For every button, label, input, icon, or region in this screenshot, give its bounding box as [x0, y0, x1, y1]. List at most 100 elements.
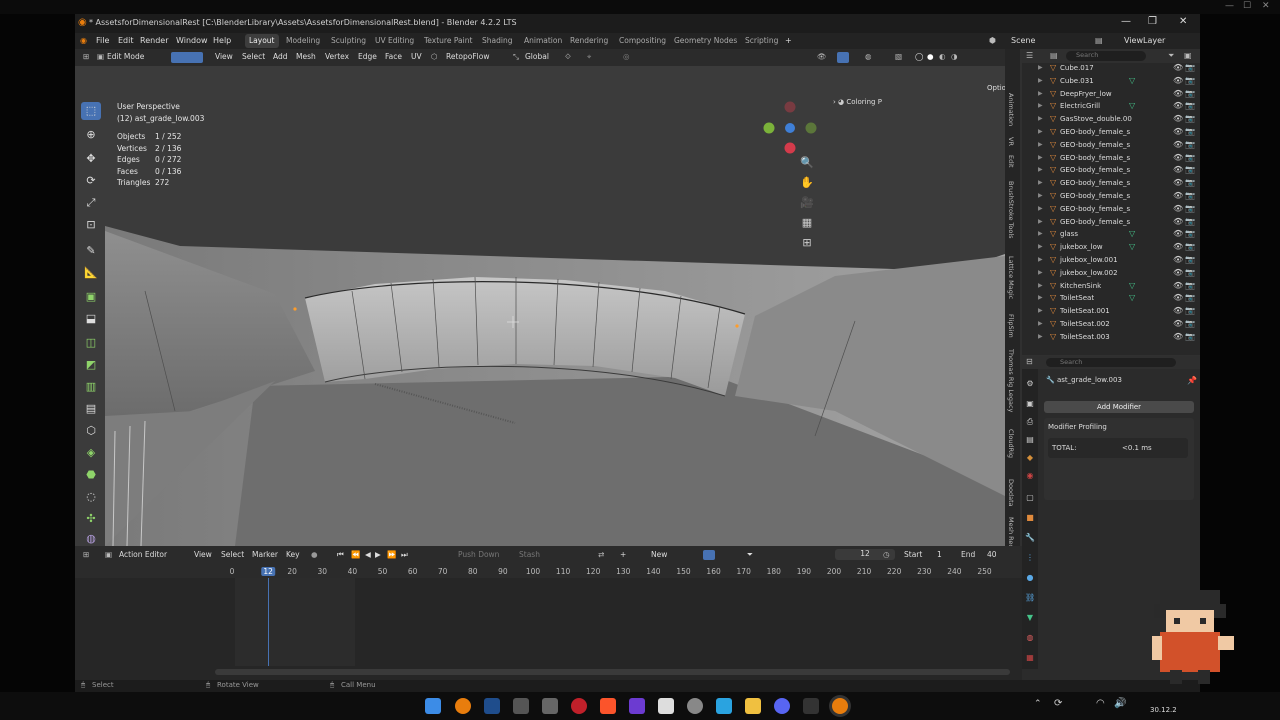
outliner-search-input[interactable]: Search [1066, 51, 1146, 61]
mode-selector[interactable]: Edit Mode [107, 52, 144, 61]
sidebar-tab-edit[interactable]: Edit [1007, 155, 1015, 168]
pan-hand-icon[interactable]: ✋ [797, 176, 817, 192]
editor-mode-selector[interactable]: Action Editor [119, 550, 167, 559]
3d-viewport[interactable]: ⬚ ⊕ ✥ ⟳ ⤢ ⊡ ✎ 📐 ▣ ⬓ ◫ ◩ ▥ ▤ ⬡ ◈ ⬣ ◌ ✣ ◍ [75, 66, 1005, 546]
eye-visibility-icon[interactable]: 👁 [1173, 204, 1183, 213]
tool-tab-icon[interactable]: ⚙ [1025, 379, 1035, 389]
push-down-button[interactable]: Push Down [458, 550, 499, 559]
outliner-item[interactable]: ▶ ▽ ElectricGrill ▽ 👁 📷 [1022, 101, 1200, 114]
tray-chevron-icon[interactable]: ⌃ [1034, 699, 1042, 709]
notes-taskbar-icon[interactable] [716, 698, 732, 714]
eye-visibility-icon[interactable]: 👁 [1173, 127, 1183, 136]
expand-arrow-icon[interactable]: ▶ [1038, 179, 1043, 186]
eye-visibility-icon[interactable]: 👁 [1173, 229, 1183, 238]
inset-tool[interactable]: ◫ [81, 334, 101, 352]
render-camera-icon[interactable]: 📷 [1185, 63, 1195, 72]
render-camera-icon[interactable]: 📷 [1185, 255, 1195, 264]
eye-visibility-icon[interactable]: 👁 [1173, 63, 1183, 72]
tab-scripting[interactable]: Scripting [741, 34, 782, 48]
render-camera-icon[interactable]: 📷 [1185, 178, 1195, 187]
menu-mesh[interactable]: Mesh [296, 52, 316, 61]
data-tab-icon[interactable]: ▼ [1025, 613, 1035, 623]
play-reverse-icon[interactable]: ◀ [365, 550, 371, 559]
outliner-item[interactable]: ▶ ▽ KitchenSink ▽ 👁 📷 [1022, 281, 1200, 294]
action-browse-icon[interactable]: ⇄ [598, 550, 604, 559]
menu-view[interactable]: View [215, 52, 233, 61]
prev-keyframe-icon[interactable]: ⏪ [351, 550, 360, 559]
play-icon[interactable]: ▶ [375, 550, 381, 559]
collection-tab-icon[interactable]: ▢ [1025, 493, 1035, 503]
eye-visibility-icon[interactable]: 👁 [1173, 332, 1183, 341]
expand-arrow-icon[interactable]: ▶ [1038, 333, 1043, 340]
expand-arrow-icon[interactable]: ▶ [1038, 256, 1043, 263]
tab-compositing[interactable]: Compositing [615, 34, 670, 48]
zoom-icon[interactable]: 🔍 [797, 156, 817, 172]
eye-visibility-icon[interactable]: 👁 [1173, 255, 1183, 264]
expand-arrow-icon[interactable]: ▶ [1038, 294, 1043, 301]
visibility-icon[interactable]: 👁 [817, 52, 827, 61]
panel-title[interactable]: Modifier Profiling [1048, 423, 1107, 431]
menu-vertex[interactable]: Vertex [325, 52, 349, 61]
render-camera-icon[interactable]: 📷 [1185, 268, 1195, 277]
shading-solid-icon[interactable]: ● [927, 52, 934, 61]
outliner-editor-icon[interactable]: ☰ [1026, 51, 1033, 60]
app-taskbar-icon-3[interactable] [513, 698, 529, 714]
outliner-item[interactable]: ▶ ▽ ToiletSeat.001 👁 📷 [1022, 306, 1200, 319]
blender-taskbar-icon[interactable] [455, 698, 471, 714]
shading-wireframe-icon[interactable]: ◯ [915, 52, 923, 61]
render-camera-icon[interactable]: 📷 [1185, 153, 1195, 162]
render-camera-icon[interactable]: 📷 [1185, 114, 1195, 123]
annotate-tool[interactable]: ✎ [81, 242, 101, 260]
maximize-icon[interactable]: ❐ [1148, 16, 1157, 27]
record-icon[interactable]: ● [311, 550, 318, 559]
start-frame-field[interactable]: 1 [937, 550, 942, 559]
menu-render[interactable]: Render [140, 36, 168, 45]
properties-search-input[interactable]: Search [1046, 358, 1176, 367]
xray-icon[interactable]: ▧ [895, 52, 902, 61]
render-camera-icon[interactable]: 📷 [1185, 319, 1195, 328]
playhead-line[interactable] [268, 578, 269, 666]
gizmo-toggle-button[interactable] [837, 52, 849, 63]
sidebar-tab-flipsim[interactable]: FlipSim [1007, 314, 1015, 338]
tray-app-icon[interactable]: ⟳ [1054, 698, 1062, 709]
eye-visibility-icon[interactable]: 👁 [1173, 293, 1183, 302]
tab-shading[interactable]: Shading [478, 34, 516, 48]
timeline-scrollbar[interactable] [215, 669, 1010, 675]
sidebar-tab-thomas-rig[interactable]: Thomas Rig Legacy [1007, 349, 1015, 412]
world-tab-icon[interactable]: ◉ [1025, 471, 1035, 481]
output-tab-icon[interactable]: ⎙ [1025, 417, 1035, 427]
loop-cut-tool[interactable]: ▥ [81, 378, 101, 396]
render-camera-icon[interactable]: 📷 [1185, 191, 1195, 200]
menu-edit[interactable]: Edit [118, 36, 134, 45]
outliner-item[interactable]: ▶ ▽ DeepFryer_low 👁 📷 [1022, 89, 1200, 102]
only-selected-toggle[interactable] [703, 550, 715, 560]
eye-visibility-icon[interactable]: 👁 [1173, 114, 1183, 123]
spin-tool[interactable]: ◈ [81, 444, 101, 462]
expand-arrow-icon[interactable]: ▶ [1038, 166, 1043, 173]
timeline-area[interactable]: 0 12 20 30 40 50 60 70 80 90 100 110 120 130 140 150 160… [75, 564, 1022, 680]
view-layer-tab-icon[interactable]: ▤ [1025, 435, 1035, 445]
render-camera-icon[interactable]: 📷 [1185, 76, 1195, 85]
add-workspace-button[interactable]: + [785, 36, 792, 45]
jump-start-icon[interactable]: ⏮ [337, 550, 344, 560]
menu-face[interactable]: Face [385, 52, 402, 61]
render-camera-icon[interactable]: 📷 [1185, 165, 1195, 174]
app-taskbar-icon-8[interactable] [658, 698, 674, 714]
volume-icon[interactable]: 🔊 [1114, 698, 1126, 709]
measure-tool[interactable]: 📐 [81, 264, 101, 282]
tab-texture-paint[interactable]: Texture Paint [420, 34, 476, 48]
blender-menu-icon[interactable]: ◉ [80, 36, 87, 45]
overlay-icon[interactable]: ◍ [865, 52, 872, 61]
view-layer-selector[interactable]: ViewLayer [1124, 36, 1165, 45]
current-frame-marker[interactable]: 12 [261, 567, 275, 576]
opera-taskbar-icon[interactable] [571, 698, 587, 714]
render-camera-icon[interactable]: 📷 [1185, 293, 1195, 302]
host-minimize-icon[interactable]: — [1225, 1, 1234, 11]
orientation-selector[interactable]: Global [525, 52, 549, 61]
render-camera-icon[interactable]: 📷 [1185, 127, 1195, 136]
tab-animation[interactable]: Animation [520, 34, 566, 48]
scene-selector[interactable]: Scene [1011, 36, 1035, 45]
discord-taskbar-icon[interactable] [774, 698, 790, 714]
sidebar-tab-cloudrig[interactable]: CloudRig [1007, 429, 1015, 458]
eye-visibility-icon[interactable]: 👁 [1173, 178, 1183, 187]
